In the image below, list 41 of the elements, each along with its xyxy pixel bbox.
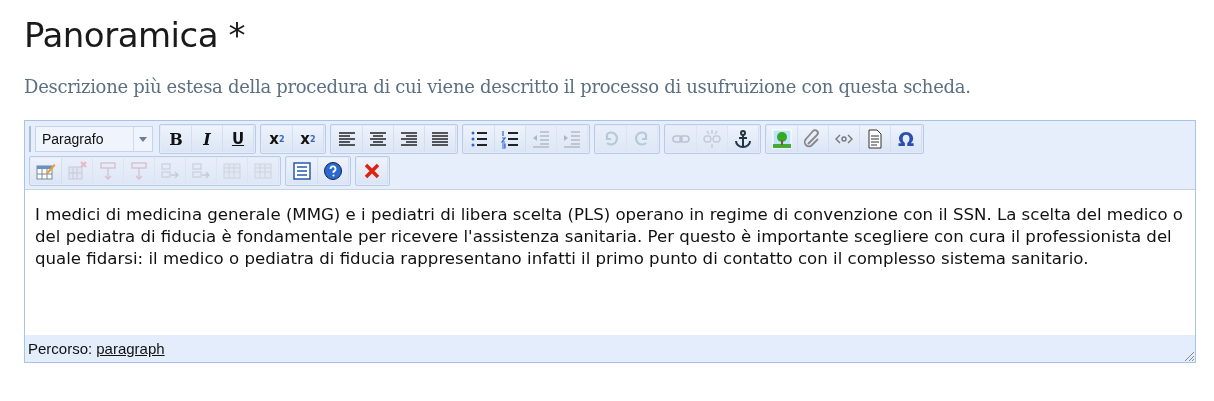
path-label: Percorso: <box>28 340 93 357</box>
format-select[interactable]: Paragrafo <box>35 126 153 152</box>
justify-icon <box>430 129 450 149</box>
toolbar-button[interactable] <box>363 126 394 152</box>
indent-icon <box>562 129 582 149</box>
align-right-icon <box>399 129 419 149</box>
unlink-icon <box>702 129 722 149</box>
row-icon <box>191 161 211 181</box>
row-icon <box>160 161 180 181</box>
caret-icon <box>139 136 147 142</box>
column-icon <box>98 161 118 181</box>
field-description: Descrizione più estesa della procedura di cui viene descritto il processo di usufruizione con questa scheda. <box>24 75 972 99</box>
path-link[interactable]: paragraph <box>96 340 165 357</box>
toolbar-button[interactable] <box>464 126 495 152</box>
special-character-button[interactable]: Ω <box>891 126 922 152</box>
close-icon <box>362 161 382 181</box>
anchor-icon <box>733 129 753 149</box>
bold-button[interactable]: B <box>161 126 192 152</box>
toolbar-button[interactable] <box>318 158 349 184</box>
document-icon <box>865 129 885 149</box>
numbered-list-icon <box>500 129 520 149</box>
help-icon <box>323 161 343 181</box>
column-icon <box>129 161 149 181</box>
italic-button[interactable]: I <box>192 126 223 152</box>
resize-handle-icon[interactable] <box>1184 351 1194 361</box>
toolbar-button[interactable] <box>728 126 759 152</box>
field-title: Panoramica * <box>24 14 246 57</box>
table-delete-icon <box>67 161 87 181</box>
panel-icon <box>292 161 312 181</box>
table-pencil-icon <box>36 161 56 181</box>
superscript-button[interactable]: x$^{2}$ <box>293 126 324 152</box>
outdent-icon <box>531 129 551 149</box>
toolbar-button[interactable] <box>495 126 526 152</box>
tree-picture-icon <box>772 129 792 149</box>
bullet-list-icon <box>469 129 489 149</box>
align-center-icon <box>368 129 388 149</box>
underline-button[interactable]: U <box>223 126 254 152</box>
toolbar-button[interactable] <box>394 126 425 152</box>
toolbar-button[interactable] <box>425 126 456 152</box>
align-left-icon <box>337 129 357 149</box>
toolbar-button[interactable] <box>332 126 363 152</box>
